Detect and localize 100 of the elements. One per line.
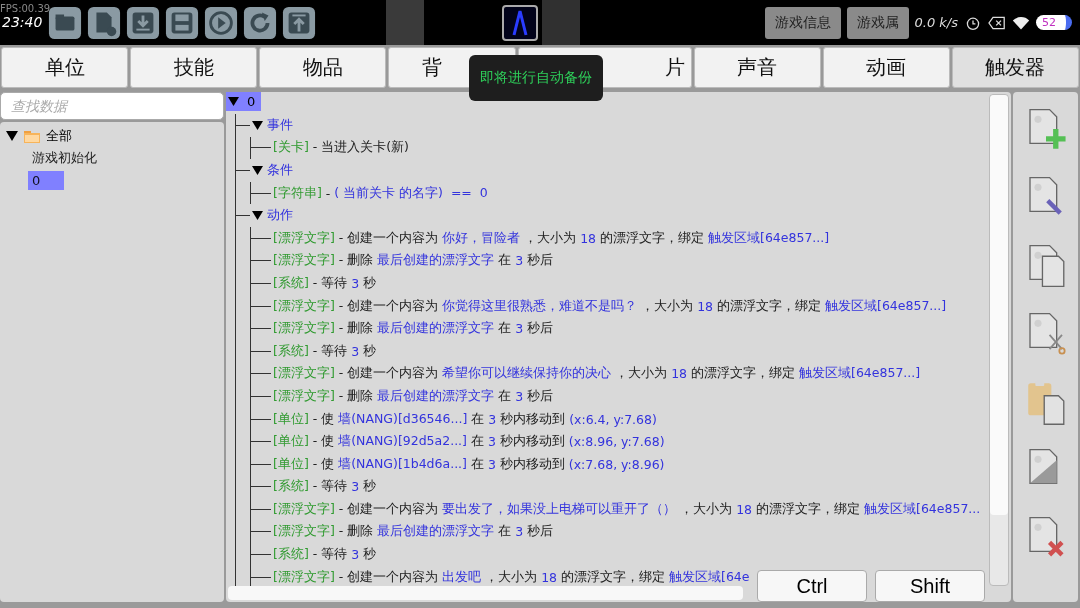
parameter-value: 墙(NANG)[92d5a2...] [338,433,467,451]
network-speed: 0.0 k/s [914,15,958,30]
category-tag: [系统] [273,546,309,564]
parameter-value: 18 [697,298,714,314]
keyboard-key[interactable]: Shift [875,570,985,602]
folder-icon[interactable] [48,5,82,40]
category-tag: [漂浮文字] [273,365,335,383]
menu-button[interactable]: 游戏属 [846,6,909,39]
tree-root-node[interactable]: 0 [226,92,262,111]
action-text: 在 [469,433,485,451]
category-tag: [单位] [273,410,309,428]
parameter-value: ( 当前关卡 的名字) == 0 [334,184,488,202]
parameter-value: 要出发了，如果没上电梯可以重开了（） [442,500,677,518]
action-text: ，大小为 [523,229,578,247]
action-text: 秒 [362,274,377,292]
parameter-value: 最后创建的漂浮文字 [377,387,495,405]
expand-triangle-icon[interactable] [252,119,263,131]
preview-thumbnail[interactable] [502,4,538,41]
action-text: 在 [497,320,513,338]
category-tag: [单位] [273,455,309,473]
category-tag: [漂浮文字] [273,229,335,247]
parameter-value: 3 [351,275,360,291]
sidebar-item[interactable]: 全部 [46,127,72,145]
sidebar-item[interactable]: 游戏初始化 [28,146,101,169]
parameter-value: 触发区域[64e857...] [708,229,830,247]
expand-triangle-icon[interactable] [252,165,263,176]
section-label[interactable]: 动作 [267,207,293,225]
category-tag: [漂浮文字] [273,320,335,338]
action-text: 秒后 [526,523,554,541]
parameter-value: 3 [515,253,524,269]
action-text: 的漂浮文字，绑定 [716,297,823,315]
parameter-value: 3 [351,343,360,359]
tile [386,0,424,45]
action-text: - 使 [311,410,336,428]
action-text: 在 [469,455,485,473]
action-text: 的漂浮文字，绑定 [599,229,706,247]
parameter-value: 18 [671,366,688,382]
category-tag: [关卡] [273,139,309,157]
action-text: 的漂浮文字，绑定 [560,568,667,586]
action-text: - 删除 [337,523,375,541]
action-text: 秒后 [526,252,554,270]
tab[interactable]: 技能 [130,47,258,88]
parameter-value: 墙(NANG)[1b4d6a...] [338,455,467,473]
scrollbar-thumb[interactable] [990,95,1008,515]
parameter-value: 3 [515,321,524,337]
parameter-value: 出发吧 [442,568,482,586]
fps-counter: FPS:00.39 [0,3,51,14]
tab[interactable]: 单位 [1,47,129,88]
action-text: - [324,185,332,201]
parameter-value: 3 [351,479,360,495]
new-file-icon[interactable] [87,5,121,40]
battery-indicator: 52 [1036,15,1072,30]
action-text: 在 [470,410,486,428]
action-text: - 创建一个内容为 [337,500,440,518]
parameter-value: 最后创建的漂浮文字 [377,523,495,541]
save-icon[interactable] [165,5,199,40]
expand-triangle-icon[interactable] [252,210,263,222]
parameter-value: 18 [541,569,558,585]
sidebar-item[interactable]: 0 [28,171,64,190]
parameter-value: 你好，冒险者 [442,229,521,247]
tab[interactable]: 物品 [259,47,387,88]
parameter-value: 触发区域[64e857...] [825,297,947,315]
node-label: 0 [247,94,256,109]
refresh-icon[interactable] [243,5,277,40]
upload-icon[interactable] [282,5,316,40]
category-tag: [系统] [273,274,309,292]
play-icon[interactable] [204,5,238,40]
section-label[interactable]: 条件 [267,162,293,179]
horizontal-scrollbar[interactable] [228,586,743,600]
category-tag: [系统] [273,478,309,496]
tile [542,0,580,45]
action-text: - 删除 [337,252,375,270]
parameter-value: (x:8.96, y:7.68) [568,434,665,450]
action-text: - 删除 [337,320,375,338]
download-icon[interactable] [126,5,160,40]
tab[interactable]: 触发器 [951,47,1079,88]
parameter-value: 18 [736,501,753,517]
parameter-value: 希望你可以继续保持你的决心 [442,365,612,383]
keyboard-key[interactable]: Ctrl [757,570,867,602]
tab[interactable]: 声音 [693,47,821,88]
parameter-value: 3 [488,411,497,427]
action-text: 的漂浮文字，绑定 [755,500,862,518]
action-text: - 等待 [311,478,349,496]
menu-button[interactable]: 游戏信息 [764,6,841,39]
parameter-value: 3 [487,456,496,472]
category-tag: [漂浮文字] [273,500,335,518]
search-field[interactable]: 查找数据 [0,92,224,120]
action-text: - 创建一个内容为 [337,568,440,586]
action-text: - 等待 [311,274,349,292]
parameter-value: (x:6.4, y:7.68) [569,411,657,427]
parameter-value: 触发区域[64e857... [864,500,981,518]
section-label[interactable]: 事件 [267,116,293,134]
parameter-value: 最后创建的漂浮文字 [377,252,495,270]
expand-triangle-icon[interactable] [228,96,239,107]
tab[interactable]: 动画 [822,47,950,88]
expand-triangle-icon[interactable] [6,130,18,142]
folder-icon [24,129,40,143]
action-text: 秒内移动到 [499,410,567,428]
parameter-value: 3 [515,524,524,540]
category-tag: [漂浮文字] [273,568,335,586]
